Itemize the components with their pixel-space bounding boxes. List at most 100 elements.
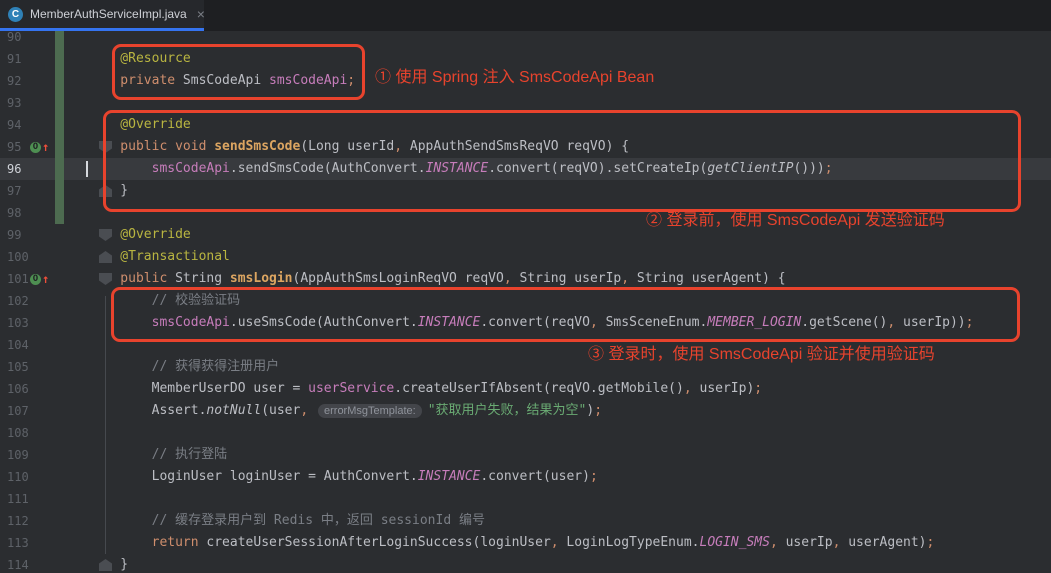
gutter-icon-slot [30, 224, 55, 246]
code-token: ; [927, 535, 935, 550]
code-text[interactable]: } [64, 180, 1051, 202]
line-number[interactable]: 113 [0, 532, 30, 554]
code-line[interactable]: 109 // 执行登陆 [0, 444, 1051, 466]
code-line[interactable]: 98 [0, 202, 1051, 224]
code-line[interactable]: 96 smsCodeApi.sendSmsCode(AuthConvert.IN… [0, 158, 1051, 180]
line-number[interactable]: 94 [0, 114, 30, 136]
line-number[interactable]: 108 [0, 422, 30, 444]
override-method-icon[interactable]: O [30, 274, 41, 285]
line-number[interactable]: 98 [0, 202, 30, 224]
code-token: .convert(user) [480, 469, 590, 484]
code-text[interactable]: public void sendSmsCode(Long userId, App… [64, 136, 1051, 158]
code-line[interactable]: 111 [0, 488, 1051, 510]
code-token: .convert(reqVO).setCreateIp( [488, 161, 707, 176]
line-number[interactable]: 109 [0, 444, 30, 466]
code-line[interactable]: 95O↑ public void sendSmsCode(Long userId… [0, 136, 1051, 158]
code-text[interactable]: @Transactional [64, 246, 1051, 268]
code-text[interactable] [64, 202, 1051, 224]
code-token: , [394, 139, 402, 154]
line-number[interactable]: 92 [0, 70, 30, 92]
code-text[interactable] [64, 488, 1051, 510]
code-text[interactable]: @Resource [64, 48, 1051, 70]
code-text[interactable]: // 校验验证码 [64, 290, 1051, 312]
code-token: smsCodeApi [89, 315, 230, 330]
line-number[interactable]: 106 [0, 378, 30, 400]
code-line[interactable]: 94 @Override [0, 114, 1051, 136]
code-token: , [504, 271, 512, 286]
line-number[interactable]: 107 [0, 400, 30, 422]
code-token: ; [594, 403, 602, 418]
code-line[interactable]: 108 [0, 422, 1051, 444]
vcs-change-bar [55, 202, 64, 224]
line-number[interactable]: 99 [0, 224, 30, 246]
code-text[interactable]: Assert.notNull(user, errorMsgTemplate:"获… [64, 400, 1051, 422]
code-token: createUserSessionAfterLoginSuccess(login… [206, 535, 550, 550]
line-number[interactable]: 91 [0, 48, 30, 70]
code-line[interactable]: 92 private SmsCodeApi smsCodeApi; [0, 70, 1051, 92]
file-tab[interactable]: C MemberAuthServiceImpl.java × [0, 0, 204, 28]
line-number[interactable]: 110 [0, 466, 30, 488]
code-line[interactable]: 104 [0, 334, 1051, 356]
line-number[interactable]: 104 [0, 334, 30, 356]
code-text[interactable]: return createUserSessionAfterLoginSucces… [64, 532, 1051, 554]
code-line[interactable]: 99 @Override [0, 224, 1051, 246]
line-number[interactable]: 95 [0, 136, 30, 158]
code-token: ; [590, 469, 598, 484]
code-line[interactable]: 113 return createUserSessionAfterLoginSu… [0, 532, 1051, 554]
code-line[interactable]: 101O↑ public String smsLogin(AppAuthSmsL… [0, 268, 1051, 290]
code-text[interactable]: // 获得获得注册用户 [64, 356, 1051, 378]
code-text[interactable] [64, 422, 1051, 444]
code-text[interactable]: // 缓存登录用户到 Redis 中，返回 sessionId 编号 [64, 510, 1051, 532]
code-line[interactable]: 93 [0, 92, 1051, 114]
code-line[interactable]: 102 // 校验验证码 [0, 290, 1051, 312]
code-line[interactable]: 105 // 获得获得注册用户 [0, 356, 1051, 378]
code-line[interactable]: 103 smsCodeApi.useSmsCode(AuthConvert.IN… [0, 312, 1051, 334]
line-number[interactable]: 102 [0, 290, 30, 312]
code-line[interactable]: 107 Assert.notNull(user, errorMsgTemplat… [0, 400, 1051, 422]
vcs-change-bar [55, 466, 64, 488]
code-text[interactable]: @Override [64, 224, 1051, 246]
line-number[interactable]: 96 [0, 158, 30, 180]
gutter-icon-slot [30, 334, 55, 356]
code-editor[interactable]: 9091 @Resource92 private SmsCodeApi smsC… [0, 0, 1051, 573]
gutter-icon-slot [30, 488, 55, 510]
line-number[interactable]: 101 [0, 268, 30, 290]
code-token: ; [754, 381, 762, 396]
line-number[interactable]: 105 [0, 356, 30, 378]
code-token: INSTANCE [426, 161, 489, 176]
code-line[interactable]: 91 @Resource [0, 48, 1051, 70]
code-text[interactable]: LoginUser loginUser = AuthConvert.INSTAN… [64, 466, 1051, 488]
code-text[interactable]: private SmsCodeApi smsCodeApi; [64, 70, 1051, 92]
code-token: "获取用户失败，结果为空" [428, 403, 587, 418]
code-text[interactable]: // 执行登陆 [64, 444, 1051, 466]
code-line[interactable]: 106 MemberUserDO user = userService.crea… [0, 378, 1051, 400]
code-text[interactable]: public String smsLogin(AppAuthSmsLoginRe… [64, 268, 1051, 290]
code-line[interactable]: 112 // 缓存登录用户到 Redis 中，返回 sessionId 编号 [0, 510, 1051, 532]
line-number[interactable]: 114 [0, 554, 30, 573]
line-number[interactable]: 112 [0, 510, 30, 532]
vcs-change-bar [55, 312, 64, 334]
line-number[interactable]: 111 [0, 488, 30, 510]
code-line[interactable]: 114 } [0, 554, 1051, 573]
code-token: ; [825, 161, 833, 176]
code-text[interactable] [64, 334, 1051, 356]
code-text[interactable]: @Override [64, 114, 1051, 136]
code-line[interactable]: 97 } [0, 180, 1051, 202]
code-text[interactable]: } [64, 554, 1051, 573]
code-token: Assert. [89, 403, 206, 418]
code-text[interactable]: MemberUserDO user = userService.createUs… [64, 378, 1051, 400]
code-text[interactable] [64, 92, 1051, 114]
gutter-icon-slot: O↑ [30, 136, 55, 158]
override-method-icon[interactable]: O [30, 142, 41, 153]
code-line[interactable]: 100 @Transactional [0, 246, 1051, 268]
line-number[interactable]: 93 [0, 92, 30, 114]
gutter-icon-slot: O↑ [30, 268, 55, 290]
code-text[interactable]: smsCodeApi.useSmsCode(AuthConvert.INSTAN… [64, 312, 1051, 334]
line-number[interactable]: 100 [0, 246, 30, 268]
code-line[interactable]: 110 LoginUser loginUser = AuthConvert.IN… [0, 466, 1051, 488]
tab-close-icon[interactable]: × [197, 6, 205, 22]
code-token: smsCodeApi [269, 73, 347, 88]
line-number[interactable]: 97 [0, 180, 30, 202]
line-number[interactable]: 103 [0, 312, 30, 334]
code-text[interactable]: smsCodeApi.sendSmsCode(AuthConvert.INSTA… [64, 158, 1051, 180]
